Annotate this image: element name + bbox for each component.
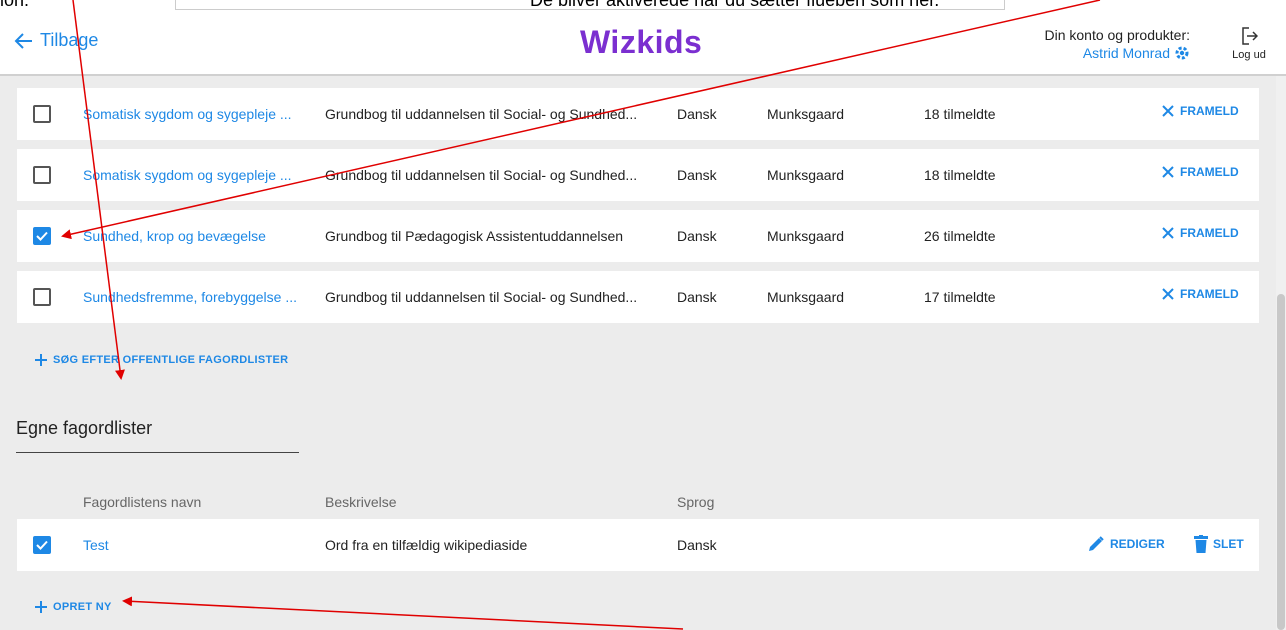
- trash-icon: [1194, 535, 1208, 553]
- unsubscribe-label: FRAMELD: [1180, 104, 1239, 118]
- table-row: Test Ord fra en tilfældig wikipediaside …: [17, 519, 1259, 571]
- column-header-name: Fagordlistens navn: [83, 494, 202, 510]
- list-language: Dansk: [677, 289, 717, 305]
- list-description: Grundbog til uddannelsen til Social- og …: [325, 106, 638, 122]
- pencil-icon: [1089, 536, 1104, 551]
- scrollbar-thumb[interactable]: [1277, 294, 1285, 630]
- list-description: Grundbog til uddannelsen til Social- og …: [325, 167, 638, 183]
- unsubscribe-label: FRAMELD: [1180, 165, 1239, 179]
- arrow-left-icon: [14, 32, 32, 49]
- checkmark-icon: [36, 231, 48, 241]
- list-publisher: Munksgaard: [767, 228, 845, 244]
- list-subscriber-count: 18 tilmeldte: [924, 106, 996, 122]
- list-language: Dansk: [677, 228, 717, 244]
- list-language: Dansk: [677, 106, 717, 122]
- logout-icon: [1242, 27, 1259, 45]
- list-name-link[interactable]: Test: [83, 537, 308, 553]
- logout-label: Log ud: [1232, 49, 1266, 61]
- close-icon: [1162, 105, 1174, 117]
- list-publisher: Munksgaard: [767, 106, 845, 122]
- table-row: Sundhedsfremme, forebyggelse ... Grundbo…: [17, 271, 1259, 323]
- unsubscribe-button[interactable]: FRAMELD: [1161, 226, 1239, 240]
- close-icon: [1162, 288, 1174, 300]
- list-name-link[interactable]: Somatisk sygdom og sygepleje ...: [83, 106, 308, 122]
- search-public-lists-button[interactable]: SØG EFTER OFFENTLIGE FAGORDLISTER: [34, 353, 288, 367]
- plus-icon: [35, 354, 47, 366]
- row-checkbox[interactable]: [33, 227, 51, 245]
- column-header-language: Sprog: [677, 494, 715, 510]
- logo: Wizkids: [580, 24, 703, 60]
- own-lists-title: Egne fagordlister: [16, 418, 153, 438]
- logout-button[interactable]: Log ud: [1224, 26, 1274, 61]
- plus-icon: [35, 601, 47, 613]
- section-divider: [16, 452, 299, 453]
- user-name: Astrid Monrad: [1082, 45, 1170, 61]
- list-description: Grundbog til uddannelsen til Social- og …: [325, 289, 638, 305]
- list-description: Grundbog til Pædagogisk Assistentuddanne…: [325, 228, 624, 244]
- list-name-link[interactable]: Somatisk sygdom og sygepleje ...: [83, 167, 308, 183]
- unsubscribe-button[interactable]: FRAMELD: [1161, 104, 1239, 118]
- row-checkbox[interactable]: [33, 536, 51, 554]
- annotation-arrow: [122, 596, 684, 630]
- unsubscribe-button[interactable]: FRAMELD: [1161, 287, 1239, 301]
- back-label: Tilbage: [40, 30, 99, 50]
- row-checkbox[interactable]: [33, 166, 51, 184]
- close-icon: [1162, 166, 1174, 178]
- unsubscribe-button[interactable]: FRAMELD: [1161, 165, 1239, 179]
- create-new-button[interactable]: OPRET NY: [34, 600, 112, 614]
- edit-label: REDIGER: [1110, 537, 1165, 551]
- table-row: Sundhed, krop og bevægelse Grundbog til …: [17, 210, 1259, 262]
- back-button[interactable]: Tilbage: [14, 30, 98, 51]
- account-info: Din konto og produkter: Astrid Monrad: [1044, 26, 1190, 62]
- list-name-link[interactable]: Sundhedsfremme, forebyggelse ...: [83, 289, 308, 305]
- table-row: Somatisk sygdom og sygepleje ... Grundbo…: [17, 149, 1259, 201]
- annotation-strip: ion. De bliver aktiverede når du sætter …: [0, 0, 1286, 12]
- delete-label: SLET: [1213, 537, 1244, 551]
- account-label: Din konto og produkter:: [1044, 27, 1190, 43]
- unsubscribe-label: FRAMELD: [1180, 287, 1239, 301]
- edit-button[interactable]: REDIGER: [1087, 535, 1165, 553]
- list-subscriber-count: 17 tilmeldte: [924, 289, 996, 305]
- column-header-description: Beskrivelse: [325, 494, 397, 510]
- app-header: Tilbage Wizkids Din konto og produkter: …: [0, 12, 1286, 76]
- user-menu[interactable]: Astrid Monrad: [1083, 44, 1190, 62]
- create-new-label: OPRET NY: [53, 601, 112, 613]
- annotation-center-text: De bliver aktiverede når du sætter flueb…: [530, 0, 940, 10]
- unsubscribe-label: FRAMELD: [1180, 226, 1239, 240]
- list-name-link[interactable]: Sundhed, krop og bevægelse: [83, 228, 308, 244]
- row-checkbox[interactable]: [33, 288, 51, 306]
- delete-button[interactable]: SLET: [1194, 535, 1244, 553]
- gear-icon: [1175, 46, 1189, 60]
- list-publisher: Munksgaard: [767, 289, 845, 305]
- table-row: Somatisk sygdom og sygepleje ... Grundbo…: [17, 88, 1259, 140]
- checkmark-icon: [36, 540, 48, 550]
- list-language: Dansk: [677, 537, 717, 553]
- close-icon: [1162, 227, 1174, 239]
- list-language: Dansk: [677, 167, 717, 183]
- list-description: Ord fra en tilfældig wikipediaside: [325, 537, 528, 553]
- list-subscriber-count: 26 tilmeldte: [924, 228, 996, 244]
- search-public-lists-label: SØG EFTER OFFENTLIGE FAGORDLISTER: [53, 354, 289, 366]
- list-publisher: Munksgaard: [767, 167, 845, 183]
- list-subscriber-count: 18 tilmeldte: [924, 167, 996, 183]
- row-checkbox[interactable]: [33, 105, 51, 123]
- annotation-left-text: ion.: [0, 0, 30, 10]
